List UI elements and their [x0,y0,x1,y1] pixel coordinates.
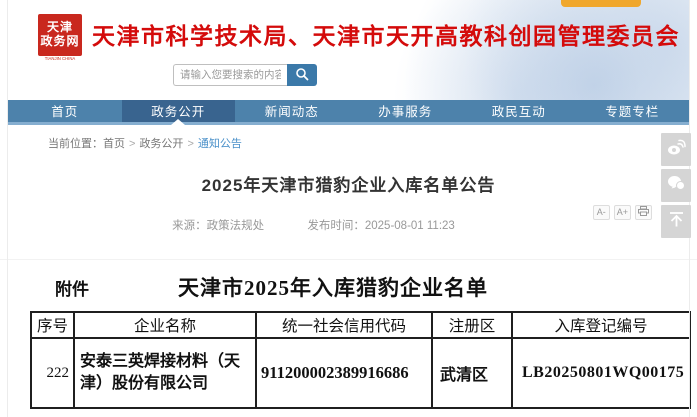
share-side-toolbar [661,133,691,238]
search-bar [173,64,317,86]
nav-item-news[interactable]: 新闻动态 [235,100,349,122]
seal-line1: 天津 [38,21,82,35]
breadcrumb-separator: > [129,138,135,150]
tianjin-gov-seal-logo: 天津 政务网 TIANJIN CHINA [38,14,82,63]
article-source: 来源：政策法规处 [172,220,264,232]
nav-item-services[interactable]: 办事服务 [349,100,463,122]
search-button[interactable] [287,64,317,86]
search-input[interactable] [173,64,287,86]
wechat-share-button[interactable] [661,169,691,202]
weibo-share-icon [667,139,686,161]
nav-item-gov-affairs[interactable]: 政务公开 [122,100,236,122]
table-header-row: 序号 企业名称 统一社会信用代码 注册区 入库登记编号 [31,312,690,338]
wechat-share-icon [667,175,686,196]
site-title: 天津市科学技术局、天津市天开高教科创园管理委员会 [92,14,680,58]
site-header: 天津 政务网 TIANJIN CHINA 天津市科学技术局、天津市天开高教科创园… [8,0,689,100]
article-title: 2025年天津市猎豹企业入库名单公告 [0,171,697,196]
seal-caption: TIANJIN CHINA [41,57,78,63]
cell-company-name: 安泰三英焊接材料（天津）股份有限公司 [74,338,256,408]
weibo-share-button[interactable] [661,133,691,166]
print-button[interactable] [635,205,652,220]
attachment-document: 附件 天津市2025年入库猎豹企业名单 序号 企业名称 统一社会信用代码 注册区… [0,259,697,409]
attachment-label: 附件 [55,275,89,300]
nav-item-home[interactable]: 首页 [8,100,122,122]
column-header-district: 注册区 [432,312,512,338]
breadcrumb: 当前位置：首页 > 政务公开 > 通知公告 [48,135,689,151]
cell-credit-code: 911200002389916686 [256,338,432,408]
column-header-reg-no: 入库登记编号 [512,312,690,338]
attachment-header: 附件 天津市2025年入库猎豹企业名单 [0,272,697,302]
seal-stamp: 天津 政务网 [38,14,82,56]
font-increase-button[interactable]: A+ [614,205,631,220]
nav-item-interaction[interactable]: 政民互动 [462,100,576,122]
nav-item-topics[interactable]: 专题专栏 [576,100,690,122]
breadcrumb-separator: > [187,138,193,150]
site-brand: 天津 政务网 TIANJIN CHINA 天津市科学技术局、天津市天开高教科创园… [8,0,689,63]
search-icon [295,67,309,84]
column-header-company: 企业名称 [74,312,256,338]
breadcrumb-notices[interactable]: 通知公告 [198,138,242,150]
attachment-doc-title: 天津市2025年入库猎豹企业名单 [89,272,697,302]
back-to-top-button[interactable] [661,205,691,238]
article-publish-time: 发布时间：2025-08-01 11:23 [307,220,454,232]
column-header-seq: 序号 [31,312,74,338]
breadcrumb-home[interactable]: 首页 [103,138,125,150]
breadcrumb-gov-affairs[interactable]: 政务公开 [139,138,183,150]
article-tools: A- A+ [593,205,652,220]
table-row: 222 安泰三英焊接材料（天津）股份有限公司 91120000238991668… [31,338,690,408]
back-to-top-icon [668,211,685,233]
printer-icon [638,206,649,220]
enterprise-table: 序号 企业名称 统一社会信用代码 注册区 入库登记编号 222 安泰三英焊接材料… [30,311,691,409]
seal-line2: 政务网 [38,35,82,49]
cell-seq: 222 [31,338,74,408]
breadcrumb-prefix: 当前位置： [48,138,103,150]
cell-district: 武清区 [432,338,512,408]
font-decrease-button[interactable]: A- [593,205,610,220]
column-header-credit-code: 统一社会信用代码 [256,312,432,338]
main-nav: 首页 政务公开 新闻动态 办事服务 政民互动 专题专栏 [8,100,689,125]
cell-reg-no: LB20250801WQ00175 [512,338,690,408]
